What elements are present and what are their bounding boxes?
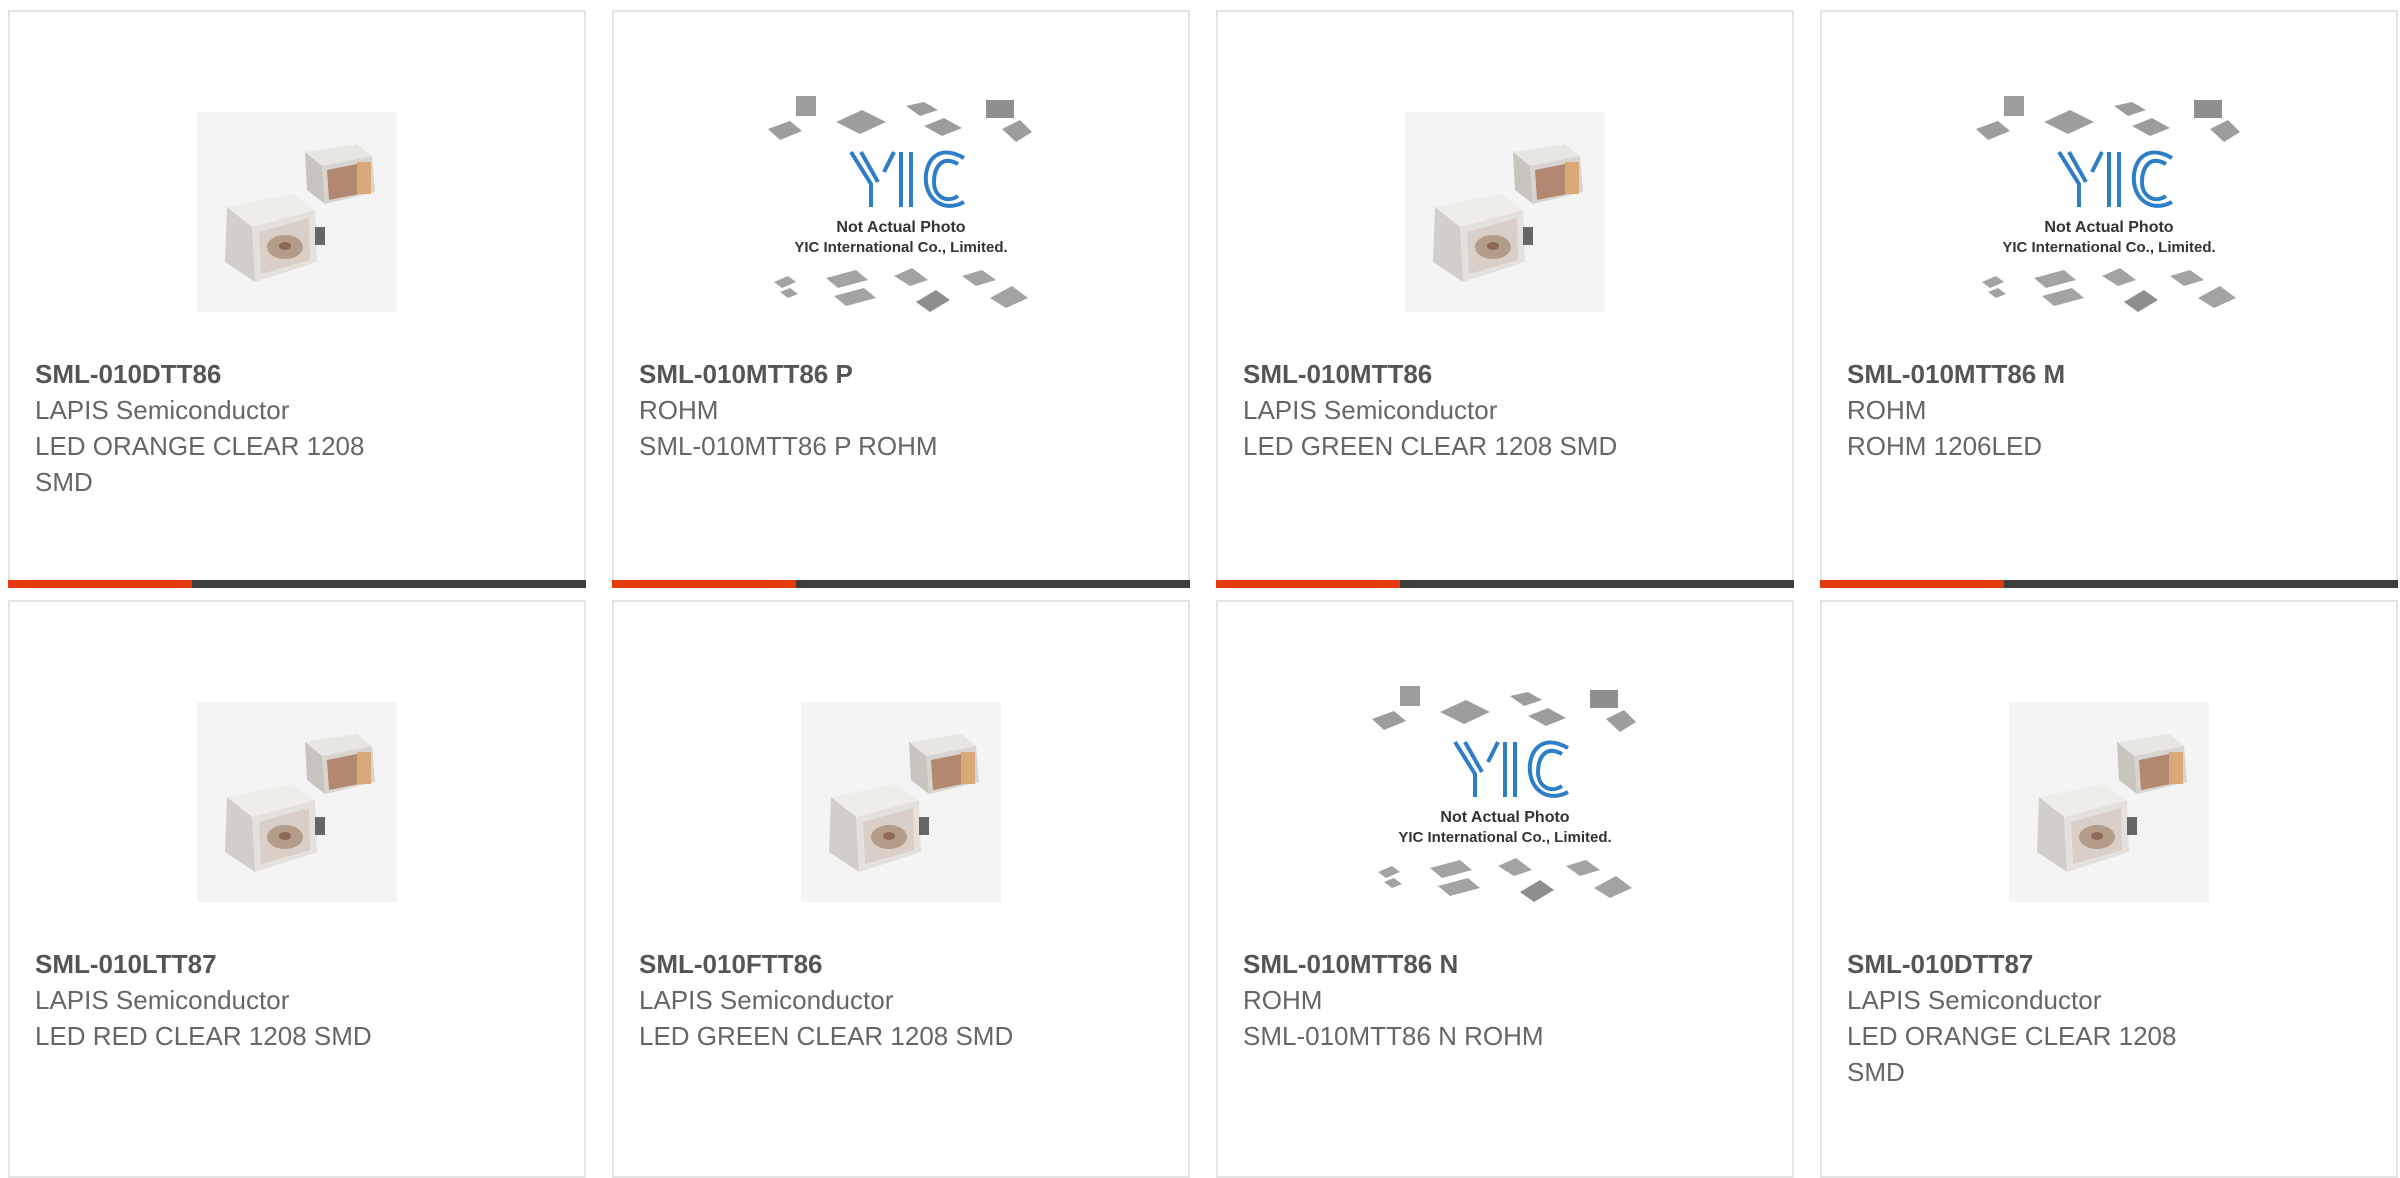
product-image[interactable]	[10, 662, 584, 942]
placeholder-line1: Not Actual Photo	[2044, 219, 2173, 236]
part-number[interactable]: SML-010MTT86 M	[1847, 356, 2371, 392]
product-description: LED RED CLEAR 1208 SMD	[35, 1021, 372, 1051]
product-description: LED ORANGE CLEAR 1208 SMD	[35, 431, 365, 497]
manufacturer: ROHM	[639, 395, 719, 425]
part-number[interactable]: SML-010MTT86	[1243, 356, 1767, 392]
card-bottom-bar	[1216, 580, 1794, 588]
product-image[interactable]	[1218, 72, 1792, 352]
card-bottom-bar	[1820, 580, 2398, 588]
placeholder-image[interactable]: Not Actual Photo YIC International Co., …	[1218, 662, 1792, 942]
product-info: SML-010DTT86 LAPIS Semiconductor LED ORANG…	[35, 356, 559, 500]
product-description: SML-010MTT86 N ROHM	[1243, 1021, 1544, 1051]
placeholder-image[interactable]: Not Actual Photo YIC International Co., …	[1822, 72, 2396, 352]
product-image[interactable]	[1822, 662, 2396, 942]
part-number[interactable]: SML-010LTT87	[35, 946, 559, 982]
card-bottom-accent	[1216, 580, 1400, 588]
product-card[interactable]: Not Actual Photo YIC International Co., …	[1216, 600, 1794, 1178]
card-bottom-bar	[612, 580, 1190, 588]
product-card[interactable]: Not Actual Photo YIC International Co., …	[1820, 10, 2398, 588]
card-bottom-accent	[612, 580, 796, 588]
manufacturer: ROHM	[1847, 395, 1927, 425]
manufacturer: LAPIS Semiconductor	[639, 985, 894, 1015]
product-info: SML-010MTT86 P ROHM SML-010MTT86 P ROHM	[639, 356, 1163, 464]
product-info: SML-010DTT87 LAPIS Semiconductor LED ORANG…	[1847, 946, 2371, 1090]
card-bottom-accent	[8, 580, 192, 588]
product-info: SML-010LTT87 LAPIS Semiconductor LED RED C…	[35, 946, 559, 1054]
product-info: SML-010FTT86 LAPIS Semiconductor LED GREEN…	[639, 946, 1163, 1054]
card-bottom-bar	[8, 580, 586, 588]
manufacturer: ROHM	[1243, 985, 1323, 1015]
product-card[interactable]: Not Actual Photo YIC International Co., …	[612, 10, 1190, 588]
product-card[interactable]: SML-010DTT86 LAPIS Semiconductor LED ORANG…	[8, 10, 586, 588]
card-bottom-accent	[1820, 580, 2004, 588]
product-description: SML-010MTT86 P ROHM	[639, 431, 938, 461]
product-card[interactable]: SML-010LTT87 LAPIS Semiconductor LED RED C…	[8, 600, 586, 1178]
product-card[interactable]: SML-010FTT86 LAPIS Semiconductor LED GREEN…	[612, 600, 1190, 1178]
product-card[interactable]: SML-010DTT87 LAPIS Semiconductor LED ORANG…	[1820, 600, 2398, 1178]
product-info: SML-010MTT86 M ROHM ROHM 1206LED	[1847, 356, 2371, 464]
manufacturer: LAPIS Semiconductor	[1243, 395, 1498, 425]
product-image[interactable]	[10, 72, 584, 352]
product-info: SML-010MTT86 N ROHM SML-010MTT86 N ROHM	[1243, 946, 1767, 1054]
part-number[interactable]: SML-010FTT86	[639, 946, 1163, 982]
placeholder-line2: YIC International Co., Limited.	[1398, 829, 1611, 846]
product-info: SML-010MTT86 LAPIS Semiconductor LED GREEN…	[1243, 356, 1767, 464]
placeholder-image[interactable]: Not Actual Photo YIC International Co., …	[614, 72, 1188, 352]
product-description: ROHM 1206LED	[1847, 431, 2043, 461]
product-image[interactable]	[614, 662, 1188, 942]
product-description: LED GREEN CLEAR 1208 SMD	[1243, 431, 1618, 461]
product-description: LED ORANGE CLEAR 1208 SMD	[1847, 1021, 2177, 1087]
manufacturer: LAPIS Semiconductor	[35, 395, 290, 425]
placeholder-line2: YIC International Co., Limited.	[794, 239, 1007, 256]
part-number[interactable]: SML-010DTT87	[1847, 946, 2371, 982]
placeholder-line1: Not Actual Photo	[1440, 809, 1569, 826]
part-number[interactable]: SML-010MTT86 P	[639, 356, 1163, 392]
placeholder-line2: YIC International Co., Limited.	[2002, 239, 2215, 256]
part-number[interactable]: SML-010DTT86	[35, 356, 559, 392]
product-description: LED GREEN CLEAR 1208 SMD	[639, 1021, 1014, 1051]
part-number[interactable]: SML-010MTT86 N	[1243, 946, 1767, 982]
product-card[interactable]: SML-010MTT86 LAPIS Semiconductor LED GREEN…	[1216, 10, 1794, 588]
manufacturer: LAPIS Semiconductor	[1847, 985, 2102, 1015]
manufacturer: LAPIS Semiconductor	[35, 985, 290, 1015]
placeholder-line1: Not Actual Photo	[836, 219, 965, 236]
